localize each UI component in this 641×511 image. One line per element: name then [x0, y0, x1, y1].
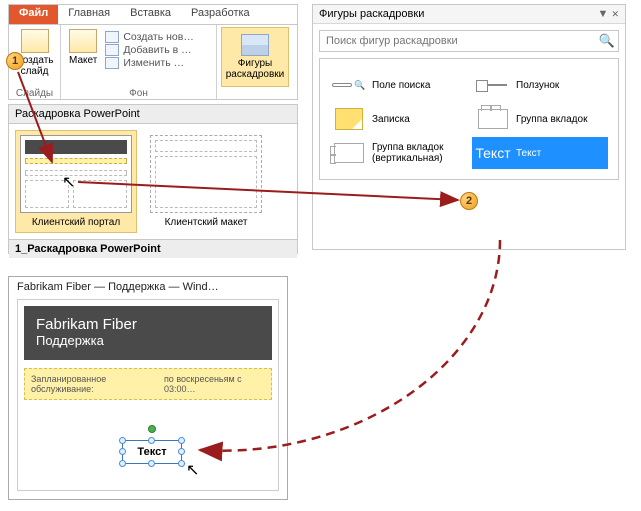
- slider-icon: [476, 72, 510, 98]
- bg-create-icon: [105, 31, 119, 43]
- notice-value: по воскресеньям с 03:00…: [164, 374, 265, 394]
- shape-item-text[interactable]: Текст Текст: [472, 137, 608, 169]
- bg-edit-label: Изменить …: [123, 57, 184, 69]
- resize-handle[interactable]: [178, 437, 185, 444]
- pane-dropdown-icon[interactable]: ▼ ✕: [598, 8, 620, 20]
- storyboard-section: Раскадровка PowerPoint Клиентский портал…: [8, 104, 298, 254]
- ribbon-tabs: Файл Главная Вставка Разработка: [9, 5, 297, 25]
- tab-insert[interactable]: Вставка: [120, 5, 181, 24]
- callout-1: 1: [6, 52, 24, 70]
- storyboard-shapes-label: Фигуры раскадровки: [226, 58, 285, 80]
- resize-handle[interactable]: [119, 437, 126, 444]
- pane-header: Фигуры раскадровки ▼ ✕: [313, 5, 625, 24]
- tab-dev[interactable]: Разработка: [181, 5, 260, 24]
- callout-2: 2: [460, 192, 478, 210]
- thumb-client-layout[interactable]: Клиентский макет: [145, 130, 267, 233]
- hero-h1: Fabrikam Fiber: [36, 316, 260, 333]
- resize-handle[interactable]: [119, 460, 126, 467]
- bg-create-label: Создать нов…: [123, 31, 194, 43]
- shape-item-slider[interactable]: Ползунок: [472, 69, 608, 101]
- bg-create-button[interactable]: Создать нов…: [105, 31, 194, 43]
- resize-handle[interactable]: [178, 448, 185, 455]
- preview-window: Fabrikam Fiber — Поддержка — Wind… Fabri…: [8, 276, 288, 500]
- group-background: Макет Создать нов… Добавить в … Изменить…: [61, 25, 217, 99]
- search-icon[interactable]: 🔍: [596, 33, 618, 49]
- storyboard-shapes-icon: [241, 34, 269, 56]
- shapes-gallery: 🔍 Поле поиска Ползунок Записка Группа вк…: [319, 58, 619, 180]
- layout-button[interactable]: Макет: [65, 27, 101, 68]
- tabgroup-v-icon: [332, 140, 366, 166]
- cursor-icon: ↖: [186, 460, 199, 480]
- shape-item-tabgroup-vertical[interactable]: Группа вкладок (вертикальная): [328, 137, 464, 169]
- bg-add-button[interactable]: Добавить в …: [105, 44, 194, 56]
- ribbon: Файл Главная Вставка Разработка Создать …: [8, 4, 298, 100]
- text-shape-label: Текст: [137, 446, 166, 458]
- rotate-handle[interactable]: [148, 425, 156, 433]
- shape-label: Ползунок: [516, 80, 559, 91]
- tab-file[interactable]: Файл: [9, 5, 58, 24]
- storyboard-title: Раскадровка PowerPoint: [9, 105, 297, 124]
- shape-label: Поле поиска: [372, 80, 430, 91]
- storyboard-footer: 1_Раскадровка PowerPoint: [9, 239, 297, 258]
- thumb-client-portal[interactable]: Клиентский портал: [15, 130, 137, 233]
- thumb-label-1: Клиентский портал: [32, 217, 120, 228]
- note-icon: [332, 106, 366, 132]
- shapes-pane: Фигуры раскадровки ▼ ✕ 🔍 🔍 Поле поиска П…: [312, 4, 626, 250]
- thumb-canvas: [20, 135, 132, 213]
- bg-edit-icon: [105, 57, 119, 69]
- bg-add-label: Добавить в …: [123, 44, 191, 56]
- pane-title: Фигуры раскадровки: [319, 8, 424, 20]
- bg-edit-button[interactable]: Изменить …: [105, 57, 194, 69]
- group-shapes: Фигуры раскадровки: [217, 25, 293, 99]
- shape-label: Группа вкладок: [516, 114, 587, 125]
- shape-item-note[interactable]: Записка: [328, 103, 464, 135]
- resize-handle[interactable]: [148, 437, 155, 444]
- notice-bar: Запланированное обслуживание: по воскрес…: [24, 368, 272, 400]
- shape-label: Группа вкладок (вертикальная): [372, 142, 460, 164]
- shape-label: Записка: [372, 114, 410, 125]
- text-shape[interactable]: Текст: [122, 440, 182, 464]
- search-field-icon: 🔍: [332, 72, 366, 98]
- cursor-icon: ↖: [62, 172, 75, 192]
- pane-search[interactable]: 🔍: [319, 30, 619, 52]
- tab-home[interactable]: Главная: [58, 5, 120, 24]
- thumb-label-2: Клиентский макет: [165, 217, 248, 228]
- resize-handle[interactable]: [178, 460, 185, 467]
- layout-icon: [69, 29, 97, 53]
- text-icon: Текст: [476, 140, 510, 166]
- thumb-canvas-2: [150, 135, 262, 213]
- bg-add-icon: [105, 44, 119, 56]
- group-bg-label: Фон: [61, 88, 216, 99]
- group-slides-label: Слайды: [9, 88, 60, 99]
- shape-item-tabgroup[interactable]: Группа вкладок: [472, 103, 608, 135]
- preview-title: Fabrikam Fiber — Поддержка — Wind…: [9, 277, 287, 297]
- shape-label: Текст: [516, 148, 541, 159]
- pane-close-icon[interactable]: ✕: [611, 9, 619, 19]
- hero-area: Fabrikam Fiber Поддержка: [24, 306, 272, 360]
- resize-handle[interactable]: [119, 448, 126, 455]
- hero-h2: Поддержка: [36, 333, 260, 348]
- notice-label: Запланированное обслуживание:: [31, 374, 158, 394]
- resize-handle[interactable]: [148, 460, 155, 467]
- storyboard-shapes-button[interactable]: Фигуры раскадровки: [221, 27, 289, 87]
- search-input[interactable]: [320, 35, 596, 47]
- shape-item-search[interactable]: 🔍 Поле поиска: [328, 69, 464, 101]
- layout-label: Макет: [69, 55, 97, 66]
- preview-canvas[interactable]: Fabrikam Fiber Поддержка Запланированное…: [17, 299, 279, 491]
- tabgroup-icon: [476, 106, 510, 132]
- new-slide-icon: [21, 29, 49, 53]
